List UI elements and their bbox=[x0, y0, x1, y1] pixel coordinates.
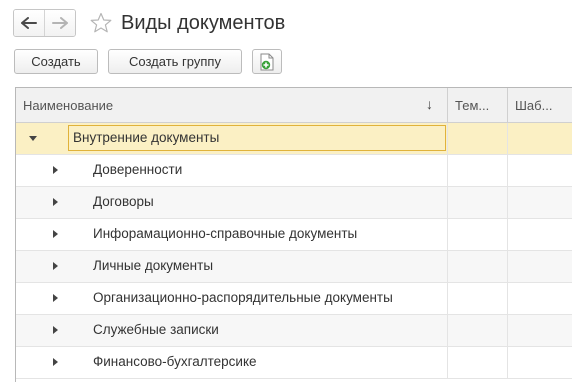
cell-name: Финансово-бухгалтерсике bbox=[16, 347, 448, 378]
cell-name: Служебные записки bbox=[16, 315, 448, 346]
triangle-down-icon[interactable] bbox=[28, 133, 38, 143]
table-row[interactable]: Организационно-распорядительные документ… bbox=[16, 283, 572, 315]
triangle-right-icon[interactable] bbox=[50, 357, 60, 367]
window: Виды документов Создать Создать группу Н… bbox=[0, 0, 572, 382]
cell-tem bbox=[448, 251, 508, 282]
triangle-right-icon[interactable] bbox=[50, 293, 60, 303]
cell-name: Инфорамационно-справочные документы bbox=[16, 219, 448, 250]
cell-shab bbox=[508, 347, 572, 378]
header: Виды документов bbox=[13, 8, 285, 38]
add-document-button[interactable] bbox=[252, 49, 282, 74]
table-row[interactable]: Служебные записки bbox=[16, 315, 572, 347]
table-row[interactable]: Договоры bbox=[16, 187, 572, 219]
triangle-right-icon[interactable] bbox=[50, 229, 60, 239]
document-types-table: Наименование ↓ Тем... Шаб... Внутренние … bbox=[15, 87, 572, 382]
cell-shab bbox=[508, 283, 572, 314]
cell-name: Организационно-распорядительные документ… bbox=[16, 283, 448, 314]
cell-shab bbox=[508, 155, 572, 186]
row-label: Финансово-бухгалтерсике bbox=[93, 354, 257, 369]
table-header: Наименование ↓ Тем... Шаб... bbox=[16, 88, 572, 123]
navigation-buttons bbox=[13, 9, 76, 37]
row-label: Договоры bbox=[93, 194, 154, 209]
create-button[interactable]: Создать bbox=[14, 49, 98, 74]
column-header-name[interactable]: Наименование ↓ bbox=[16, 88, 448, 122]
row-label: Личные документы bbox=[93, 258, 214, 273]
cell-shab bbox=[508, 187, 572, 218]
star-outline-icon bbox=[90, 12, 112, 33]
cell-shab bbox=[508, 123, 572, 154]
forward-button[interactable] bbox=[44, 10, 75, 36]
cell-tem bbox=[448, 283, 508, 314]
row-label: Организационно-распорядительные документ… bbox=[93, 290, 393, 305]
toolbar: Создать Создать группу bbox=[14, 49, 282, 74]
column-header-shab[interactable]: Шаб... bbox=[508, 88, 572, 122]
cell-tem bbox=[448, 123, 508, 154]
table-row[interactable]: Финансово-бухгалтерсике bbox=[16, 347, 572, 379]
triangle-right-icon[interactable] bbox=[50, 197, 60, 207]
column-header-tem[interactable]: Тем... bbox=[448, 88, 508, 122]
cell-name: Внутренние документы bbox=[16, 123, 448, 154]
cell-tem bbox=[448, 155, 508, 186]
column-header-name-label: Наименование bbox=[23, 97, 114, 113]
table-row[interactable]: Инфорамационно-справочные документы bbox=[16, 219, 572, 251]
row-label: Доверенности bbox=[93, 162, 183, 177]
cell-shab bbox=[508, 315, 572, 346]
document-add-icon bbox=[260, 53, 274, 70]
arrow-left-icon bbox=[21, 17, 37, 29]
table-row[interactable]: Личные документы bbox=[16, 251, 572, 283]
triangle-right-icon[interactable] bbox=[50, 165, 60, 175]
cell-tem bbox=[448, 315, 508, 346]
cell-name: Договоры bbox=[16, 187, 448, 218]
cell-name: Личные документы bbox=[16, 251, 448, 282]
triangle-right-icon[interactable] bbox=[50, 261, 60, 271]
row-label: Служебные записки bbox=[93, 322, 219, 337]
page-title: Виды документов bbox=[121, 11, 286, 34]
cell-shab bbox=[508, 251, 572, 282]
table-row-root[interactable]: Внутренние документы bbox=[16, 123, 572, 155]
triangle-right-icon[interactable] bbox=[50, 325, 60, 335]
cell-name: Доверенности bbox=[16, 155, 448, 186]
cell-tem bbox=[448, 347, 508, 378]
cell-tem bbox=[448, 187, 508, 218]
row-label: Инфорамационно-справочные документы bbox=[93, 226, 358, 241]
create-group-button[interactable]: Создать группу bbox=[108, 49, 242, 74]
favorite-button[interactable] bbox=[90, 12, 112, 34]
cell-shab bbox=[508, 219, 572, 250]
arrow-right-icon bbox=[52, 17, 68, 29]
back-button[interactable] bbox=[14, 10, 44, 36]
row-label-selected[interactable]: Внутренние документы bbox=[68, 125, 446, 151]
table-row[interactable]: Доверенности bbox=[16, 155, 572, 187]
sort-down-icon: ↓ bbox=[426, 96, 433, 112]
cell-tem bbox=[448, 219, 508, 250]
